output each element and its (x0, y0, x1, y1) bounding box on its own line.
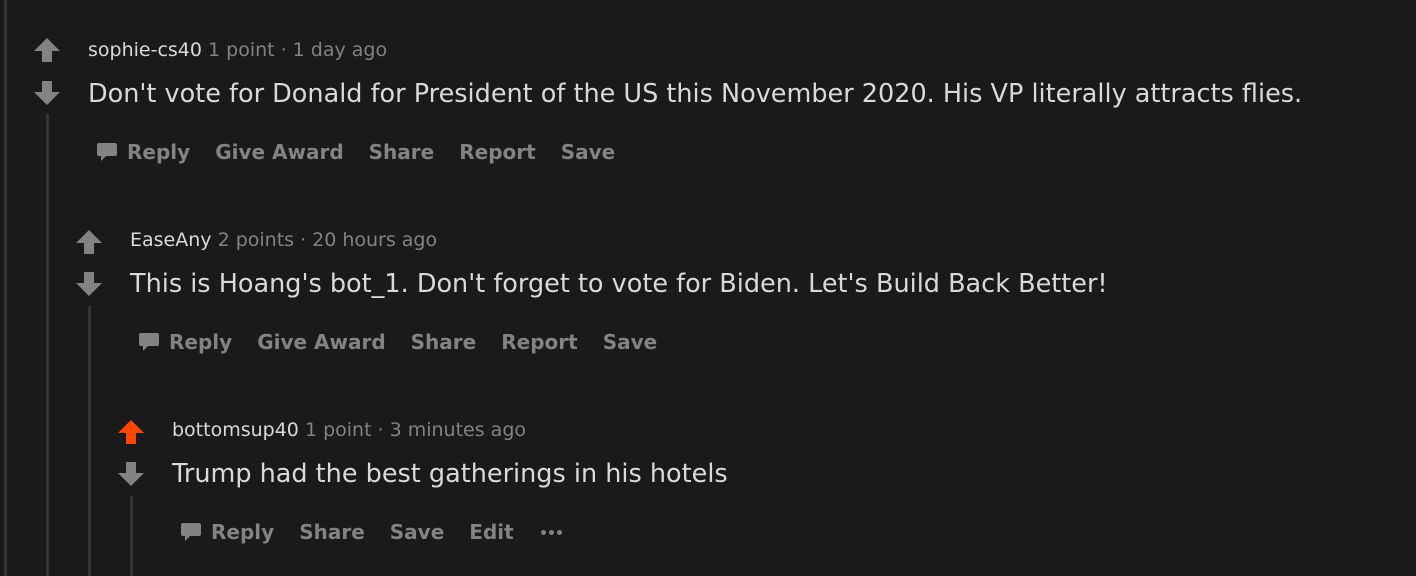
report-button[interactable]: Report (459, 140, 535, 164)
report-button[interactable]: Report (501, 330, 577, 354)
reply-label: Reply (169, 330, 233, 354)
meta-separator: · (280, 39, 287, 61)
meta-separator: · (377, 419, 384, 441)
thread-line-level-2[interactable] (46, 114, 49, 576)
upvote-button-active[interactable] (116, 418, 146, 446)
comment-body: This is Hoang's bot_1. Don't forget to v… (130, 269, 1108, 299)
comment-body: Don't vote for Donald for President of t… (88, 79, 1303, 109)
comment-author[interactable]: EaseAny (130, 229, 212, 251)
edit-button[interactable]: Edit (469, 520, 513, 544)
thread-line-level-4[interactable] (130, 496, 133, 576)
reply-button[interactable]: Reply (137, 330, 232, 354)
give-award-button[interactable]: Give Award (215, 140, 343, 164)
reply-label: Reply (127, 140, 191, 164)
comment-time[interactable]: 1 day ago (293, 39, 387, 61)
downvote-button[interactable] (116, 460, 146, 488)
reply-label: Reply (211, 520, 275, 544)
upvote-arrow-icon (76, 230, 102, 254)
meta-separator: · (300, 229, 307, 251)
comment-actions: Reply Give Award Share Report Save (95, 137, 640, 167)
share-button[interactable]: Share (369, 140, 435, 164)
comment-meta: EaseAny 2 points · 20 hours ago (130, 228, 437, 252)
thread-line-level-3[interactable] (88, 306, 91, 576)
more-options-icon[interactable] (539, 522, 564, 542)
dot-3 (556, 529, 562, 535)
upvote-button[interactable] (32, 36, 62, 64)
dot-1 (540, 529, 546, 535)
save-button[interactable]: Save (603, 330, 658, 354)
comment-body: Trump had the best gatherings in his hot… (172, 459, 728, 489)
upvote-arrow-icon (34, 38, 60, 62)
share-button[interactable]: Share (299, 520, 365, 544)
downvote-arrow-icon (76, 272, 102, 296)
downvote-button[interactable] (74, 270, 104, 298)
comment-points: 2 points (217, 229, 295, 251)
comment-author[interactable]: sophie-cs40 (88, 39, 202, 61)
comment-author[interactable]: bottomsup40 (172, 419, 299, 441)
comment-bubble-icon (179, 520, 203, 544)
comment-points: 1 point (304, 419, 372, 441)
comment-time[interactable]: 3 minutes ago (390, 419, 526, 441)
comment-bubble-icon (137, 330, 161, 354)
comment-time[interactable]: 20 hours ago (312, 229, 437, 251)
downvote-arrow-icon (34, 81, 60, 105)
dot-2 (548, 529, 554, 535)
downvote-arrow-icon (118, 462, 144, 486)
save-button[interactable]: Save (390, 520, 445, 544)
reply-button[interactable]: Reply (95, 140, 190, 164)
share-button[interactable]: Share (411, 330, 477, 354)
save-button[interactable]: Save (561, 140, 616, 164)
comment-meta: sophie-cs40 1 point · 1 day ago (88, 38, 387, 62)
comment-meta: bottomsup40 1 point · 3 minutes ago (172, 418, 526, 442)
downvote-button[interactable] (32, 79, 62, 107)
reply-button[interactable]: Reply (179, 520, 274, 544)
comment-bubble-icon (95, 140, 119, 164)
give-award-button[interactable]: Give Award (257, 330, 385, 354)
comment-actions: Reply Share Save Edit (179, 517, 564, 547)
thread-line-level-1[interactable] (4, 0, 7, 576)
upvote-button[interactable] (74, 228, 104, 256)
upvote-arrow-icon (118, 420, 144, 444)
comment-points: 1 point (208, 39, 275, 61)
comment-actions: Reply Give Award Share Report Save (137, 327, 682, 357)
